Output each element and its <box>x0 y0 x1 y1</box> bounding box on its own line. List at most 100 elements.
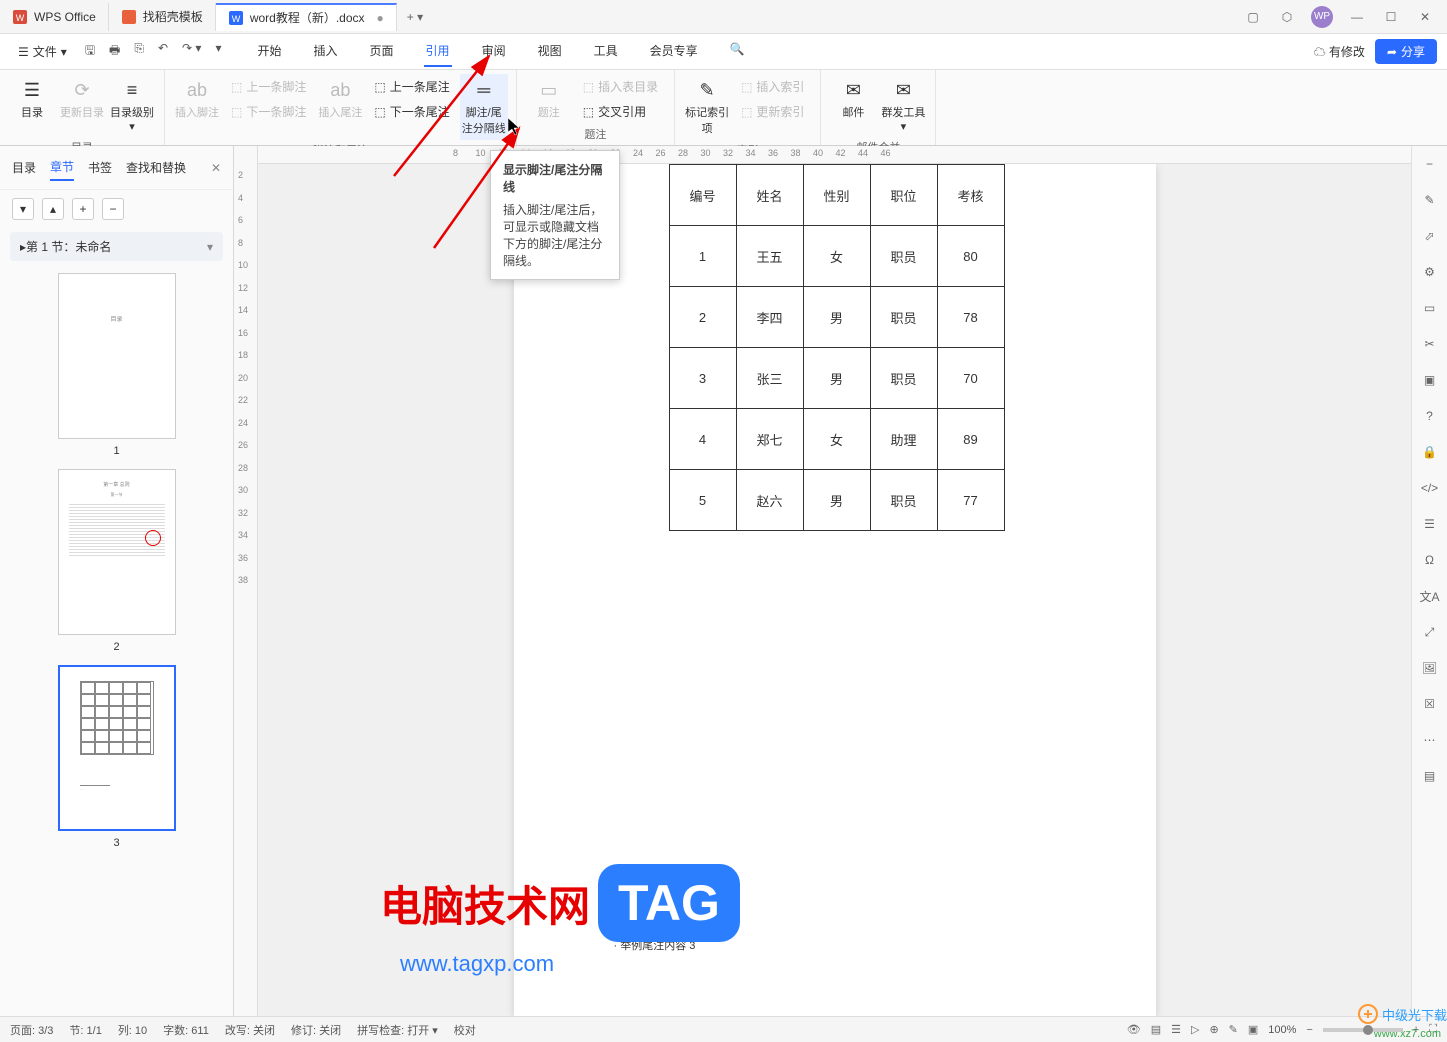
ribbon-button[interactable]: ☰目录 <box>8 74 56 124</box>
nav-tab-toc[interactable]: 目录 <box>12 155 36 180</box>
tab-add-button[interactable]: + ▾ <box>397 10 433 24</box>
table-row[interactable]: 1王五女职员80 <box>669 226 1004 287</box>
table-header-cell[interactable]: 姓名 <box>736 165 803 226</box>
table-cell[interactable]: 70 <box>937 348 1004 409</box>
ribbon-small-button[interactable]: ⬚ 下一条尾注 <box>370 101 453 122</box>
ribbon-button[interactable]: ═脚注/尾注分隔线 <box>460 74 508 140</box>
sb-page[interactable]: 页面: 3/3 <box>10 1022 53 1038</box>
tab-template[interactable]: 找稻壳模板 <box>109 3 216 31</box>
file-menu[interactable]: ☰ 文件 ▾ <box>10 43 75 60</box>
table-cell[interactable]: 张三 <box>736 348 803 409</box>
table-cell[interactable]: 职员 <box>870 226 937 287</box>
sb-section[interactable]: 节: 1/1 <box>69 1022 101 1038</box>
pencil-icon[interactable]: ✎ <box>1420 190 1440 210</box>
nav-tool-remove[interactable]: − <box>102 198 124 220</box>
undo-icon[interactable]: ↶ <box>156 39 170 64</box>
data-table[interactable]: 编号姓名性别职位考核1王五女职员802李四男职员783张三男职员704郑七女助理… <box>669 164 1005 531</box>
sb-col[interactable]: 列: 10 <box>118 1022 147 1038</box>
expand-icon[interactable]: ⤢ <box>1420 622 1440 642</box>
nav-tool-up[interactable]: ▴ <box>42 198 64 220</box>
menu-tab-member[interactable]: 会员专享 <box>648 36 700 67</box>
sb-track[interactable]: 修订: 关闭 <box>291 1022 341 1038</box>
menu-tab-start[interactable]: 开始 <box>256 36 284 67</box>
table-row[interactable]: 2李四男职员78 <box>669 287 1004 348</box>
nav-tool-add[interactable]: + <box>72 198 94 220</box>
tab-close-icon[interactable]: ● <box>377 11 384 25</box>
minimize-button[interactable]: — <box>1347 7 1367 27</box>
cursor-icon[interactable]: ⬀ <box>1420 226 1440 246</box>
qat-dropdown-icon[interactable]: ▾ <box>213 39 223 64</box>
table-header-cell[interactable]: 性别 <box>803 165 870 226</box>
share-button[interactable]: ➦ 分享 <box>1375 39 1437 64</box>
image-icon[interactable]: 🖼 <box>1420 658 1440 678</box>
table-header-cell[interactable]: 职位 <box>870 165 937 226</box>
table-cell[interactable]: 男 <box>803 287 870 348</box>
print-preview-icon[interactable]: ⎘ <box>132 39 146 64</box>
track-changes-indicator[interactable]: ☁ 有修改 <box>1314 43 1365 60</box>
table-row[interactable]: 5赵六男职员77 <box>669 470 1004 531</box>
app-icon-2[interactable]: ⬡ <box>1277 7 1297 27</box>
view-fullscreen-icon[interactable]: ▣ <box>1248 1023 1258 1036</box>
menu-tab-page[interactable]: 页面 <box>368 36 396 67</box>
page-thumbnail[interactable]: 第一章 总则第一节 <box>58 469 176 635</box>
eye-icon[interactable]: 👁 <box>1127 1023 1141 1036</box>
table-cell[interactable]: 助理 <box>870 409 937 470</box>
view-outline-icon[interactable]: ☰ <box>1171 1023 1181 1036</box>
help-icon[interactable]: ? <box>1420 406 1440 426</box>
ribbon-button[interactable]: ✉群发工具 ▾ <box>879 74 927 137</box>
table-cell[interactable]: 5 <box>669 470 736 531</box>
table-cell[interactable]: 郑七 <box>736 409 803 470</box>
view-web-icon[interactable]: ⊕ <box>1209 1023 1218 1036</box>
table-cell[interactable]: 4 <box>669 409 736 470</box>
table-header-cell[interactable]: 编号 <box>669 165 736 226</box>
nav-tab-chapters[interactable]: 章节 <box>50 154 74 181</box>
table-cell[interactable]: 男 <box>803 348 870 409</box>
menu-tab-reference[interactable]: 引用 <box>424 36 452 67</box>
chart-icon[interactable]: ☒ <box>1420 694 1440 714</box>
nav-tool-down[interactable]: ▾ <box>12 198 34 220</box>
list-icon[interactable]: ☰ <box>1420 514 1440 534</box>
table-cell[interactable]: 职员 <box>870 470 937 531</box>
table-cell[interactable]: 女 <box>803 409 870 470</box>
table-cell[interactable]: 77 <box>937 470 1004 531</box>
close-button[interactable]: ✕ <box>1415 7 1435 27</box>
more-icon[interactable]: ⋯ <box>1420 730 1440 750</box>
view-read-icon[interactable]: ▷ <box>1191 1023 1199 1036</box>
table-cell[interactable]: 李四 <box>736 287 803 348</box>
sb-spell[interactable]: 拼写检查: 打开 ▾ <box>357 1022 438 1038</box>
translate-icon[interactable]: 文A <box>1420 586 1440 606</box>
screen-icon[interactable]: ▭ <box>1420 298 1440 318</box>
minus-icon[interactable]: − <box>1420 154 1440 174</box>
sb-words[interactable]: 字数: 611 <box>163 1022 209 1038</box>
table-cell[interactable]: 3 <box>669 348 736 409</box>
table-cell[interactable]: 男 <box>803 470 870 531</box>
view-focus-icon[interactable]: ✎ <box>1229 1023 1238 1036</box>
nav-section-header[interactable]: ▸ 第 1 节：未命名 ▾ <box>10 232 223 261</box>
menu-tab-view[interactable]: 视图 <box>536 36 564 67</box>
table-cell[interactable]: 80 <box>937 226 1004 287</box>
nav-tab-bookmarks[interactable]: 书签 <box>88 155 112 180</box>
page-thumbnail[interactable]: 目录 <box>58 273 176 439</box>
search-icon[interactable]: 🔍 <box>728 36 747 67</box>
zoom-value[interactable]: 100% <box>1268 1024 1296 1036</box>
table-cell[interactable]: 职员 <box>870 287 937 348</box>
maximize-button[interactable]: ☐ <box>1381 7 1401 27</box>
tools-icon[interactable]: ✂ <box>1420 334 1440 354</box>
table-cell[interactable]: 赵六 <box>736 470 803 531</box>
sb-change[interactable]: 改写: 关闭 <box>225 1022 275 1038</box>
nav-tab-find[interactable]: 查找和替换 <box>126 155 186 180</box>
ribbon-button[interactable]: ✎标记索引项 <box>683 74 731 140</box>
nav-close-icon[interactable]: ✕ <box>211 161 221 175</box>
user-avatar[interactable]: WP <box>1311 6 1333 28</box>
ribbon-small-button[interactable]: ⬚ 上一条尾注 <box>370 76 453 97</box>
table-cell[interactable]: 王五 <box>736 226 803 287</box>
table-header-cell[interactable]: 考核 <box>937 165 1004 226</box>
menu-tab-tools[interactable]: 工具 <box>592 36 620 67</box>
menu-tab-insert[interactable]: 插入 <box>312 36 340 67</box>
page-icon[interactable]: ▤ <box>1420 766 1440 786</box>
redo-icon[interactable]: ↷ ▾ <box>180 39 203 64</box>
ribbon-button[interactable]: ✉邮件 <box>829 74 877 124</box>
zoom-slider[interactable] <box>1323 1028 1403 1032</box>
table-cell[interactable]: 2 <box>669 287 736 348</box>
code-icon[interactable]: </> <box>1420 478 1440 498</box>
